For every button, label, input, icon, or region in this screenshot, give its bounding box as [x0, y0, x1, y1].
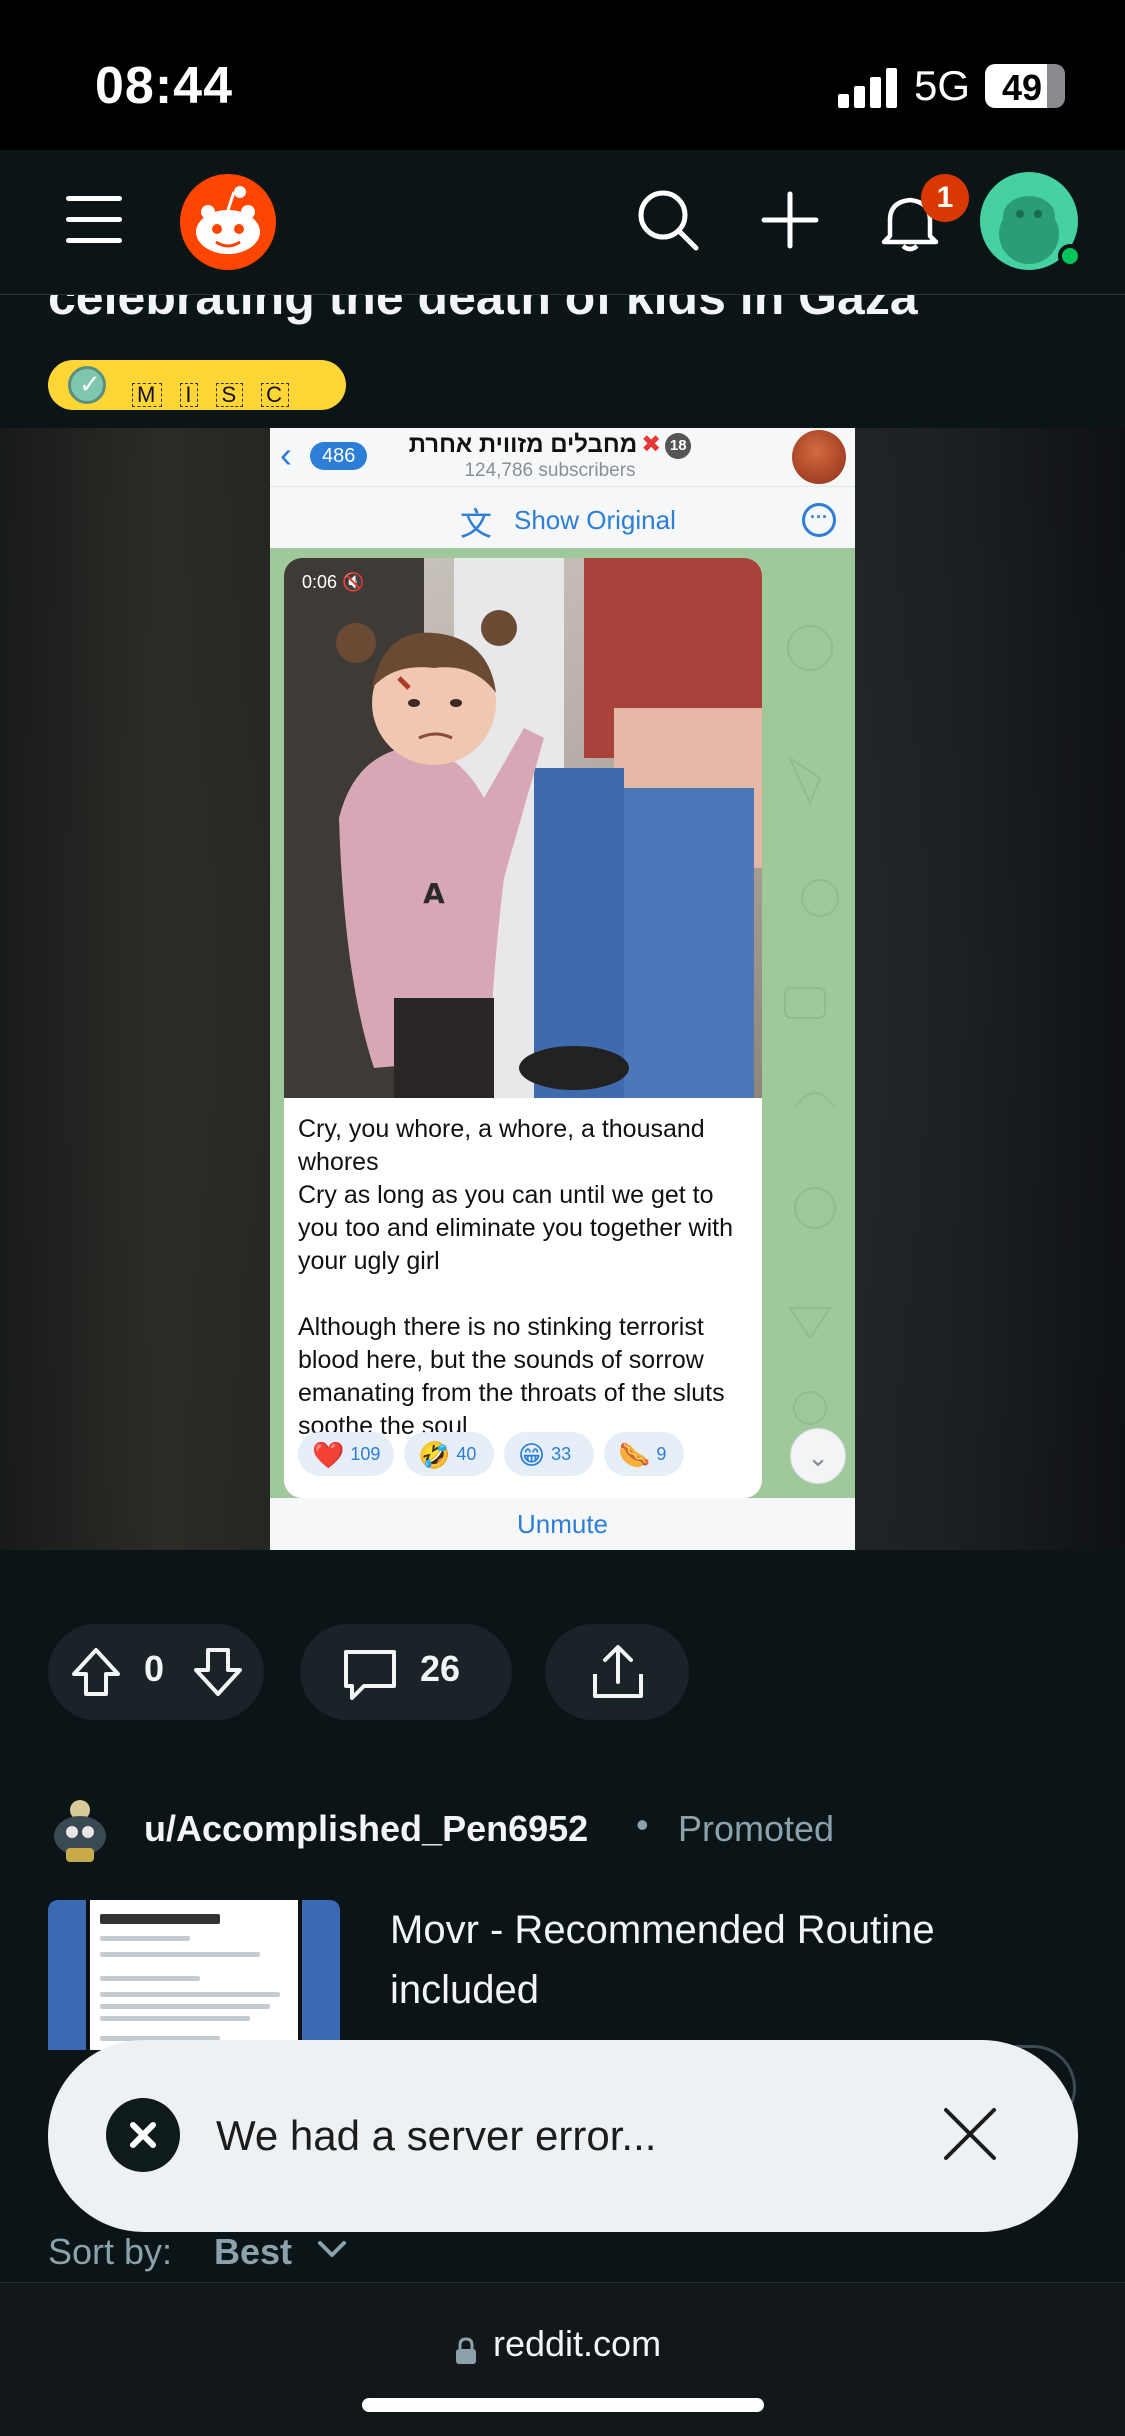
reaction-hotdog: 🌭 9 [604, 1432, 684, 1476]
flair-text: MISC [132, 382, 307, 408]
channel-subscribers: 124,786 subscribers [464, 460, 636, 481]
show-original-label: Show Original [514, 505, 676, 535]
telegram-header: ‹ 486 מחבלים מזווית אחרת ✖ 18 124,786 subs… [270, 428, 855, 486]
reaction-grin: 😁 33 [504, 1432, 594, 1476]
telegram-screenshot: ‹ 486 מחבלים מזווית אחרת ✖ 18 124,786 subs… [270, 428, 855, 1550]
channel-name: מחבלים מזווית אחרת ✖ 18 [370, 430, 730, 459]
hamburger-icon[interactable] [66, 196, 126, 246]
translate-bar: 文 Show Original ··· [270, 486, 855, 548]
vote-pill: 0 [48, 1624, 264, 1720]
flair-emoji-icon [68, 366, 106, 404]
ad-thumbnail[interactable] [48, 1900, 340, 2050]
comment-count: 26 [420, 1648, 461, 1689]
comments-button[interactable]: 26 [300, 1624, 512, 1720]
unread-count: 486 [310, 442, 368, 470]
notification-badge[interactable]: 1 [921, 174, 969, 222]
sort-label: Sort by: [48, 2231, 173, 2272]
unmute-button: Unmute [270, 1498, 855, 1550]
comment-icon [344, 1650, 396, 1700]
video-thumbnail: A 0:06 🔇 [284, 558, 762, 1098]
reaction-laughing: 🤣 40 [404, 1432, 494, 1476]
post-media[interactable]: ‹ 486 מחבלים מזווית אחרת ✖ 18 124,786 subs… [0, 428, 1125, 1550]
post-action-bar: 0 26 [48, 1624, 1078, 1720]
downvote-icon[interactable] [192, 1646, 244, 1698]
message-paragraph-1: Cry, you whore, a whore, a thousand whor… [298, 1115, 733, 1275]
status-time: 08:44 [95, 57, 233, 115]
error-toast: We had a server error... [48, 2040, 1078, 2232]
upvote-icon[interactable] [70, 1646, 122, 1698]
svg-text:A: A [423, 877, 445, 910]
advertiser-username[interactable]: u/Accomplished_Pen6952 [144, 1808, 588, 1850]
browser-url-bar[interactable]: reddit.com [0, 2282, 1125, 2436]
app-header: 1 [0, 150, 1125, 295]
home-indicator[interactable] [362, 2398, 764, 2412]
more-options-icon: ··· [802, 503, 836, 537]
reddit-snoo-icon[interactable] [178, 172, 278, 277]
reactions-row: ❤️ 109 🤣 40 😁 33 🌭 9 [298, 1432, 753, 1478]
channel-avatar [792, 430, 846, 484]
message-text: Cry, you whore, a whore, a thousand whor… [298, 1113, 753, 1443]
close-icon[interactable] [938, 2102, 1002, 2166]
plus-icon[interactable] [760, 190, 820, 250]
lock-icon [456, 2337, 476, 2364]
chevron-left-icon: ‹ [280, 434, 292, 475]
chevron-down-icon[interactable] [316, 2237, 348, 2261]
network-type: 5G [914, 62, 971, 109]
toast-message: We had a server error... [216, 2112, 657, 2159]
reaction-heart: ❤️ 109 [298, 1432, 394, 1476]
share-icon [593, 1645, 643, 1698]
battery-level: 49 [1001, 67, 1043, 108]
search-icon[interactable] [636, 188, 700, 252]
url-text[interactable]: reddit.com [493, 2323, 661, 2365]
battery-icon: 49 [985, 64, 1065, 108]
video-duration: 0:06 🔇 [302, 572, 365, 592]
message-paragraph-2: Although there is no stinking terrorist … [298, 1313, 725, 1440]
translate-icon: 文 [460, 506, 493, 542]
sort-value[interactable]: Best [214, 2231, 292, 2273]
chevron-down-icon: ⌄ [790, 1428, 846, 1484]
post-flair[interactable]: MISC [48, 360, 346, 410]
online-status-dot [1058, 244, 1082, 268]
signal-icon [838, 66, 900, 108]
message-bubble: A 0:06 🔇 Cry, you whore, a whore, a thou… [284, 558, 762, 1498]
promoted-label: Promoted [678, 1808, 835, 1849]
vote-count: 0 [144, 1648, 165, 1689]
promoted-author-row: u/Accomplished_Pen6952 • Promoted [48, 1790, 1078, 1870]
ad-title[interactable]: Movr - Recommended Routine included [390, 1900, 1050, 2020]
status-bar: 08:44 5G 49 [0, 0, 1125, 150]
share-button[interactable] [545, 1624, 689, 1720]
advertiser-avatar[interactable] [48, 1796, 112, 1864]
separator-dot: • [636, 1804, 649, 1845]
error-icon [106, 2098, 180, 2172]
